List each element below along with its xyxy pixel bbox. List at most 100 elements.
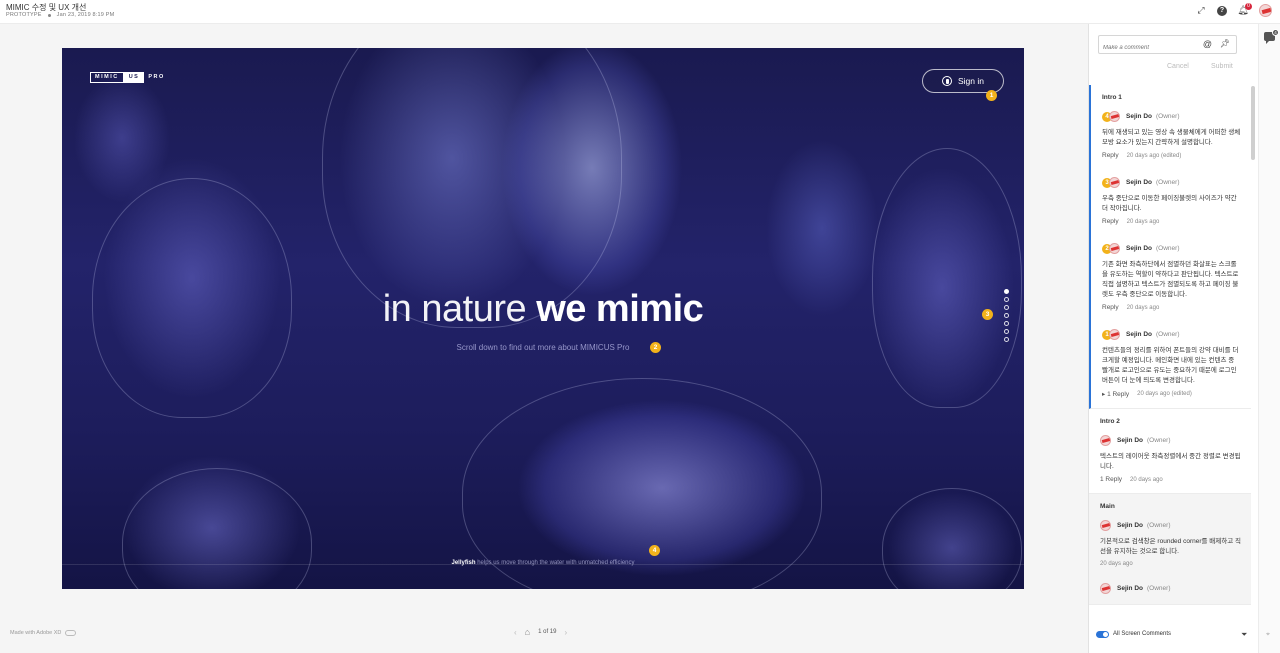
comment-pin-2[interactable]: 2 — [650, 342, 661, 353]
comment-header: 4 Sejin Do (Owner) — [1102, 111, 1241, 122]
avatar — [1109, 177, 1120, 188]
thread-section-intro-2: Intro 2 Sejin Do (Owner) 텍스트의 레이어웃 좌측정렬에… — [1089, 409, 1251, 494]
comment-timestamp: 20 days ago (edited) — [1126, 152, 1182, 159]
document-type: PROTOTYPE — [6, 12, 42, 18]
comment-pin-4[interactable]: 4 — [649, 545, 660, 556]
all-screen-comments-label: All Screen Comments — [1113, 631, 1172, 637]
cancel-button[interactable]: Cancel — [1167, 63, 1189, 70]
filter-icon[interactable]: ⏷ — [1241, 630, 1247, 640]
notification-count: 0 — [1245, 2, 1252, 10]
jellyfish-shape — [882, 488, 1022, 589]
comment-author: Sejin Do — [1117, 522, 1144, 529]
all-screen-comments-switch[interactable] — [1096, 630, 1109, 638]
comment-timestamp: 20 days ago (edited) — [1137, 391, 1192, 397]
view-replies-link[interactable]: 1 Reply — [1100, 476, 1122, 483]
artboard-footer-caption: Jellyfish helps us move through the wate… — [62, 560, 1024, 566]
comment-item[interactable]: Sejin Do (Owner) 텍스트의 레이어웃 좌측정렬에서 중간 정렬로… — [1089, 431, 1251, 487]
comment-author: Sejin Do — [1126, 179, 1153, 186]
comment-author: Sejin Do — [1126, 113, 1153, 120]
user-avatar[interactable] — [1259, 4, 1272, 17]
comment-item[interactable]: Sejin Do (Owner) 기본적으로 검색창은 rounded corn… — [1089, 516, 1251, 571]
comment-pin-3[interactable]: 3 — [982, 309, 993, 320]
screen-navigation: ‹ ⌂ 1 of 19 › — [514, 627, 567, 637]
comment-body: 텍스트의 레이어웃 좌측정렬에서 중간 정렬로 변경됩니다. — [1100, 453, 1241, 470]
mention-icon[interactable]: @ — [1203, 39, 1212, 49]
avatar — [1100, 520, 1111, 531]
user-icon — [942, 76, 952, 86]
page-bullet[interactable] — [1004, 329, 1009, 334]
page-indicator: 1 of 19 — [538, 629, 557, 635]
comment-body: 컨텐츠들의 정리를 위하여 폰트들의 강약 대비를 더 크게할 예정입니다. 메… — [1102, 347, 1239, 384]
avatar — [1100, 435, 1111, 446]
page-bullet[interactable] — [1004, 297, 1009, 302]
all-screen-comments-toggle-row: All Screen Comments — [1088, 624, 1258, 644]
made-with-adobe-xd: Made with Adobe XD — [10, 630, 77, 636]
comment-pin-1[interactable]: 1 — [986, 90, 997, 101]
comment-body: 기존 화면 좌측하단에서 점멸하던 화살표는 스크롤을 유도하는 역할이 약하다… — [1102, 261, 1239, 298]
comment-header: Sejin Do (Owner) — [1100, 435, 1241, 446]
submit-button[interactable]: Submit — [1211, 63, 1233, 70]
reply-link[interactable]: Reply — [1102, 218, 1119, 225]
separator-dot-icon — [47, 13, 51, 17]
avatar — [1109, 329, 1120, 340]
comment-timestamp: 20 days ago — [1126, 218, 1160, 225]
comment-header: 1 Sejin Do (Owner) — [1102, 329, 1241, 340]
jellyfish-shape — [462, 378, 822, 589]
comment-author: Sejin Do — [1126, 331, 1153, 338]
page-bullet[interactable] — [1004, 289, 1009, 294]
comment-author-role: (Owner) — [1156, 179, 1180, 186]
page-bullet[interactable] — [1004, 313, 1009, 318]
pin-icon[interactable]: 📌︎ — [1220, 39, 1230, 48]
comment-author-role: (Owner) — [1147, 522, 1171, 529]
comment-input[interactable] — [1099, 39, 1204, 57]
avatar — [1109, 243, 1120, 254]
footer-caption-bold: Jellyfish — [451, 560, 476, 566]
comment-body: 뒤에 재생되고 있는 영상 속 생물체에게 어떠한 생체모방 요소가 있는지 간… — [1102, 129, 1241, 146]
comment-item[interactable]: Sejin Do (Owner) — [1089, 579, 1251, 598]
help-icon[interactable]: ? — [1217, 5, 1227, 16]
comment-body: 우측 중단으로 이동한 페이징불렛의 사이즈가 약간 더 작아집니다. — [1102, 195, 1237, 212]
view-replies-link[interactable]: ▸ 1 Reply — [1102, 390, 1129, 398]
comment-item[interactable]: 4 Sejin Do (Owner) 뒤에 재생되고 있는 영상 속 생물체에게… — [1091, 107, 1251, 163]
comment-footer: Reply 20 days ago — [1102, 304, 1241, 311]
logo-part-mimic: MIMIC — [90, 72, 124, 83]
artboard-intro-1: MIMIC US PRO Sign in in nature we mimic … — [62, 48, 1024, 589]
hero-bold-text: we mimic — [536, 288, 704, 330]
scroll-hint: Scroll down to find out more about MIMIC… — [456, 343, 630, 352]
comment-timestamp: 20 days ago — [1100, 561, 1133, 567]
footer-caption-rest: helps us move through the water with unm… — [477, 560, 635, 566]
comment-author-role: (Owner) — [1156, 113, 1180, 120]
mimicus-pro-logo[interactable]: MIMIC US PRO — [90, 72, 169, 83]
previous-screen-icon[interactable]: ‹ — [514, 628, 517, 637]
comment-author: Sejin Do — [1126, 245, 1153, 252]
top-actions: ⤢ ? 🔔︎ 0 — [1195, 2, 1272, 17]
jellyfish-shape — [322, 48, 622, 328]
comment-item[interactable]: 3 Sejin Do (Owner) 우측 중단으로 이동한 페이징불렛의 사이… — [1091, 173, 1251, 229]
logo-part-pro: PRO — [148, 74, 165, 80]
reply-link[interactable]: Reply — [1102, 304, 1119, 311]
page-bullet[interactable] — [1004, 305, 1009, 310]
document-meta: PROTOTYPE Jan 23, 2019 8:19 PM — [6, 12, 114, 18]
page-bullets — [1004, 289, 1009, 342]
next-screen-icon[interactable]: › — [564, 628, 567, 637]
home-icon[interactable]: ⌂ — [525, 627, 530, 637]
sign-in-label: Sign in — [958, 76, 984, 86]
expand-icon[interactable]: ⤢ — [1195, 5, 1207, 17]
comment-author-role: (Owner) — [1147, 585, 1171, 592]
comment-header: Sejin Do (Owner) — [1100, 520, 1241, 531]
hero-light-text: in nature — [382, 288, 527, 330]
comment-body: 기본적으로 검색창은 rounded corner를 배제하고 직선을 유지하는… — [1100, 538, 1242, 555]
bell-icon[interactable]: 🔔︎ 0 — [1237, 2, 1252, 17]
reply-link[interactable]: Reply — [1102, 152, 1119, 159]
section-title: Main — [1100, 503, 1115, 510]
comment-footer: Reply 20 days ago — [1102, 218, 1241, 225]
comment-item[interactable]: 1 Sejin Do (Owner) 컨텐츠들의 정리를 위하여 폰트들의 강약… — [1091, 325, 1251, 402]
page-bullet[interactable] — [1004, 337, 1009, 342]
comment-footer: 20 days ago — [1100, 561, 1241, 567]
jellyfish-shape — [122, 468, 312, 589]
xd-toggle-icon[interactable] — [65, 630, 77, 636]
comment-item[interactable]: 2 Sejin Do (Owner) 기존 화면 좌측하단에서 점멸하던 화살표… — [1091, 239, 1251, 315]
page-bullet[interactable] — [1004, 321, 1009, 326]
comments-scrollbar[interactable] — [1251, 86, 1255, 160]
unpin-icon[interactable]: ⌖ — [1266, 631, 1270, 639]
